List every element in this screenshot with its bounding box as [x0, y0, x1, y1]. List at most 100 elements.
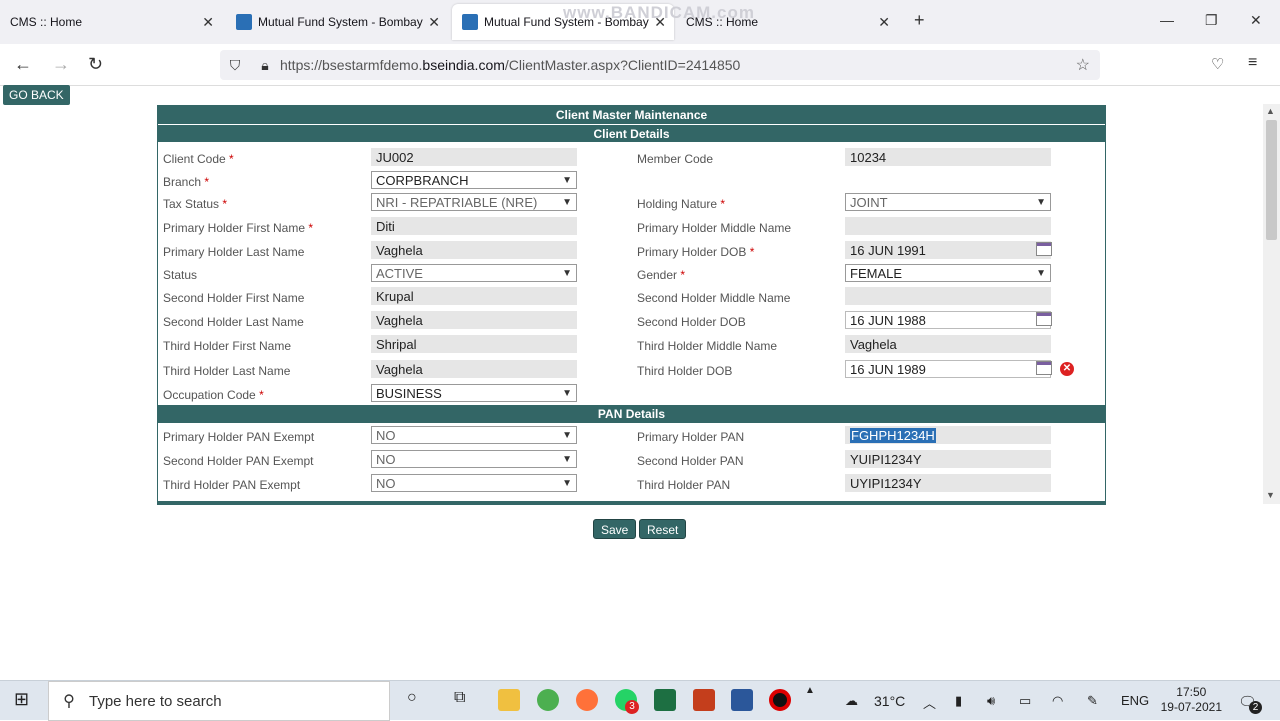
third-last-name-field[interactable]: Vaghela: [371, 360, 577, 378]
holding-nature-value: JOINT: [850, 195, 888, 210]
date: 19-07-2021: [1160, 700, 1222, 714]
speaker-icon[interactable]: 🔊︎: [987, 693, 995, 709]
primary-pan-field[interactable]: FGHPH1234H: [845, 426, 1051, 444]
form-row: Primary Holder PAN Exempt NO ▼ Primary Ho…: [158, 426, 1105, 450]
calendar-icon[interactable]: [1036, 312, 1052, 326]
tab-cms-home-1[interactable]: CMS :: Home ✕: [0, 4, 222, 40]
close-icon[interactable]: ✕: [428, 14, 440, 31]
primary-first-name-label: Primary Holder First Name *: [163, 221, 314, 235]
tab-label: CMS :: Home: [10, 15, 83, 29]
chevron-down-icon: ▼: [562, 175, 572, 186]
restore-icon[interactable]: ❐: [1205, 12, 1218, 29]
windows-taskbar: ⊞ ⚲ Type here to search ○ ⧉ 3 ▲ ☁ 31°C ︿…: [0, 680, 1280, 721]
menu-icon[interactable]: ≡: [1248, 54, 1257, 72]
chevron-down-icon: ▼: [562, 430, 572, 441]
status-select[interactable]: ACTIVE ▼: [371, 264, 577, 282]
pan-details-header: PAN Details: [158, 405, 1105, 423]
primary-dob-field[interactable]: 16 JUN 1991: [845, 241, 1051, 259]
scroll-up-icon[interactable]: ▲: [1266, 106, 1275, 116]
lock-icon[interactable]: 🔒︎: [250, 57, 280, 74]
third-pan-exempt-select[interactable]: NO ▼: [371, 474, 577, 492]
third-first-name-label: Third Holder First Name: [163, 339, 292, 353]
pocket-icon[interactable]: ♡: [1211, 55, 1224, 73]
taskbar-search[interactable]: ⚲ Type here to search: [48, 681, 390, 721]
bandicam-icon[interactable]: [769, 689, 791, 711]
second-last-name-field[interactable]: Vaghela: [371, 311, 577, 329]
second-dob-field[interactable]: 16 JUN 1988: [845, 311, 1051, 329]
show-hidden-icons-icon[interactable]: ︿: [923, 693, 936, 712]
member-code-label: Member Code: [637, 152, 714, 166]
gender-value: FEMALE: [850, 266, 903, 281]
file-explorer-icon[interactable]: [498, 689, 520, 711]
form-row: Third Holder PAN Exempt NO ▼ Third Holder…: [158, 474, 1105, 498]
third-middle-name-field[interactable]: Vaghela: [845, 335, 1051, 353]
calendar-icon[interactable]: [1036, 361, 1052, 375]
form-row: Branch * CORPBRANCH ▼: [158, 171, 1105, 195]
tax-status-select[interactable]: NRI - REPATRIABLE (NRE) ▼: [371, 193, 577, 211]
form-row: Primary Holder Last Name Vaghela Primary…: [158, 241, 1105, 265]
firefox-icon[interactable]: [576, 689, 598, 711]
cortana-icon[interactable]: ○: [407, 689, 417, 707]
clear-date-icon[interactable]: ✕: [1060, 362, 1074, 376]
occupation-code-select[interactable]: BUSINESS ▼: [371, 384, 577, 402]
save-button[interactable]: Save: [593, 519, 637, 539]
form-row: Status ACTIVE ▼ Gender * FEMALE ▼: [158, 264, 1105, 288]
primary-pan-exempt-select[interactable]: NO ▼: [371, 426, 577, 444]
chevron-down-icon: ▼: [562, 478, 572, 489]
weather-icon[interactable]: ☁: [845, 693, 858, 709]
windows-start-icon[interactable]: ⊞: [14, 689, 29, 710]
battery-icon[interactable]: ▮: [955, 693, 962, 709]
gender-select[interactable]: FEMALE ▼: [845, 264, 1051, 282]
bookmark-star-icon[interactable]: ☆: [1076, 55, 1090, 75]
url-path: /ClientMaster.aspx?ClientID=2414850: [504, 57, 741, 73]
second-middle-name-field[interactable]: [845, 287, 1051, 305]
go-back-button[interactable]: GO BACK: [3, 85, 70, 105]
third-dob-field[interactable]: 16 JUN 1989: [845, 360, 1051, 378]
excel-icon[interactable]: [654, 689, 676, 711]
second-pan-exempt-label: Second Holder PAN Exempt: [163, 454, 314, 468]
forward-arrow-icon[interactable]: →: [52, 54, 70, 75]
page-scrollbar[interactable]: ▲ ▼: [1263, 104, 1280, 504]
url-prefix: https://bsestarmfdemo.: [280, 57, 423, 73]
clock[interactable]: 17:50 19-07-2021: [1161, 685, 1222, 715]
language-indicator[interactable]: ENG: [1121, 693, 1149, 708]
primary-first-name-field[interactable]: Diti: [371, 217, 577, 235]
network-icon[interactable]: ▭: [1019, 693, 1031, 709]
close-icon[interactable]: ✕: [202, 14, 214, 31]
calendar-icon[interactable]: [1036, 242, 1052, 256]
occupation-code-label: Occupation Code *: [163, 388, 264, 402]
word-icon[interactable]: [731, 689, 753, 711]
close-icon[interactable]: ✕: [878, 14, 890, 31]
third-first-name-field[interactable]: Shripal: [371, 335, 577, 353]
holding-nature-select[interactable]: JOINT ▼: [845, 193, 1051, 211]
shield-icon[interactable]: ⛉: [220, 57, 250, 74]
new-tab-icon[interactable]: +: [914, 10, 925, 31]
branch-select[interactable]: CORPBRANCH ▼: [371, 171, 577, 189]
minimize-icon[interactable]: —: [1160, 12, 1174, 28]
tab-mutual-fund-1[interactable]: Mutual Fund System - Bombay ✕: [226, 4, 448, 40]
wifi-icon[interactable]: ◠: [1052, 693, 1063, 709]
temperature[interactable]: 31°C: [874, 693, 905, 709]
client-master-form: Client Master Maintenance Client Details…: [157, 105, 1106, 505]
task-view-icon[interactable]: ⧉: [454, 689, 465, 707]
second-pan-field[interactable]: YUIPI1234Y: [845, 450, 1051, 468]
second-pan-exempt-select[interactable]: NO ▼: [371, 450, 577, 468]
client-code-field[interactable]: JU002: [371, 148, 577, 166]
reset-button[interactable]: Reset: [639, 519, 687, 539]
member-code-field[interactable]: 10234: [845, 148, 1051, 166]
back-arrow-icon[interactable]: ←: [14, 54, 32, 75]
pen-icon[interactable]: ✎: [1087, 693, 1098, 709]
address-bar[interactable]: ⛉ 🔒︎ https://bsestarmfdemo. bseindia.com /…: [220, 50, 1100, 80]
third-pan-field[interactable]: UYIPI1234Y: [845, 474, 1051, 492]
reload-icon[interactable]: ↻: [88, 54, 103, 75]
bse-favicon-icon: [462, 14, 478, 30]
scrollbar-thumb[interactable]: [1266, 120, 1277, 240]
chevron-up-icon[interactable]: ▲: [805, 685, 815, 696]
chrome-icon[interactable]: [537, 689, 559, 711]
window-close-icon[interactable]: ✕: [1250, 12, 1262, 29]
primary-middle-name-field[interactable]: [845, 217, 1051, 235]
powerpoint-icon[interactable]: [693, 689, 715, 711]
primary-last-name-field[interactable]: Vaghela: [371, 241, 577, 259]
second-first-name-field[interactable]: Krupal: [371, 287, 577, 305]
scroll-down-icon[interactable]: ▼: [1266, 490, 1275, 500]
